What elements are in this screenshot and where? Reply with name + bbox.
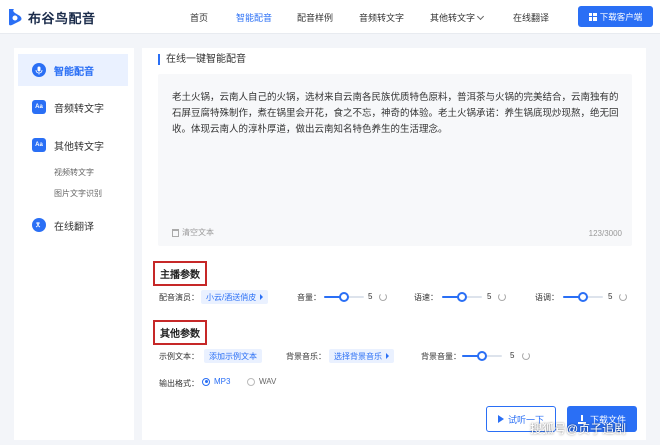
- voice-label: 配音演员：: [159, 293, 199, 302]
- char-counter: 123/3000: [588, 229, 622, 238]
- volume-slider[interactable]: [324, 292, 364, 302]
- bgm-volume-value: 5: [510, 351, 515, 360]
- reset-icon[interactable]: [498, 293, 506, 301]
- nav-audio-to-text[interactable]: 音频转文字: [359, 11, 404, 24]
- host-params-title: 主播参数: [153, 261, 207, 286]
- volume-value: 5: [368, 292, 373, 301]
- output-format-label: 输出格式：: [159, 379, 199, 388]
- chevron-down-icon: [476, 12, 485, 21]
- clear-text-button[interactable]: 清空文本: [172, 227, 214, 238]
- sidebar-item-label: 智能配音: [54, 66, 94, 78]
- slider-knob[interactable]: [457, 292, 467, 302]
- sidebar-sub-image-ocr[interactable]: 图片文字识别: [54, 188, 102, 199]
- text-editor[interactable]: 老土火锅，云南人自己的火锅，选材来自云南各民族优质特色原料，普洱茶与火锅的完美结…: [158, 74, 632, 246]
- volume-label: 音量：: [297, 293, 321, 302]
- watermark: 搜狐号@贞子追剧: [530, 422, 627, 436]
- triangle-right-icon: [260, 294, 264, 300]
- nav-other-label: 其他转文字: [430, 13, 476, 23]
- aa-icon: Aa: [32, 100, 46, 114]
- windows-icon: [588, 12, 597, 21]
- sidebar: 智能配音 Aa 音频转文字 Aa 其他转文字 视频转文字 图片文字识别 在线翻译: [14, 48, 134, 440]
- reset-icon[interactable]: [619, 293, 627, 301]
- nav-home[interactable]: 首页: [190, 11, 208, 24]
- format-mp3-radio[interactable]: MP3: [202, 377, 230, 386]
- sidebar-sub-video-to-text[interactable]: 视频转文字: [54, 167, 94, 178]
- radio-dot: [202, 377, 210, 386]
- brand-logo[interactable]: 布谷鸟配音: [6, 7, 96, 27]
- trash-icon: [172, 228, 179, 237]
- sample-text-label: 示例文本：: [159, 352, 199, 361]
- bgm-volume-slider[interactable]: [462, 351, 502, 361]
- mic-icon: [32, 63, 46, 77]
- nav-samples[interactable]: 配音样例: [297, 11, 333, 24]
- speed-slider[interactable]: [442, 292, 482, 302]
- nav-online-translate[interactable]: 在线翻译: [513, 11, 549, 24]
- reset-icon[interactable]: [522, 352, 530, 360]
- speed-value: 5: [487, 292, 492, 301]
- sidebar-item-audio-to-text[interactable]: Aa 音频转文字: [18, 91, 128, 123]
- top-header: 布谷鸟配音 首页 智能配音 配音样例 音频转文字 其他转文字 在线翻译 下载客户…: [0, 0, 660, 34]
- pitch-value: 5: [608, 292, 613, 301]
- slider-knob[interactable]: [578, 292, 588, 302]
- pitch-label: 语调：: [535, 293, 559, 302]
- pitch-slider[interactable]: [563, 292, 603, 302]
- bgm-value: 选择背景音乐: [334, 351, 382, 361]
- sidebar-item-label: 在线翻译: [54, 221, 94, 233]
- main-panel: 在线一键智能配音 老土火锅，云南人自己的火锅，选材来自云南各民族优质特色原料，普…: [142, 48, 646, 440]
- radio-dot: [247, 377, 255, 386]
- clear-text-label: 清空文本: [182, 228, 214, 237]
- speed-label: 语速：: [414, 293, 438, 302]
- voice-selector[interactable]: 小云/酒送俏皮: [201, 290, 269, 304]
- nav-other-to-text[interactable]: 其他转文字: [430, 11, 485, 24]
- other-params-title: 其他参数: [153, 320, 207, 345]
- download-client-label: 下载客户端: [599, 11, 643, 22]
- format-label: WAV: [259, 377, 277, 386]
- play-icon: [497, 415, 504, 423]
- download-client-button[interactable]: 下载客户端: [578, 6, 653, 27]
- sidebar-item-label: 音频转文字: [54, 103, 104, 115]
- sidebar-item-smart-dubbing[interactable]: 智能配音: [18, 54, 128, 86]
- slider-knob[interactable]: [339, 292, 349, 302]
- section-title: 在线一键智能配音: [158, 54, 246, 65]
- sidebar-item-other-to-text[interactable]: Aa 其他转文字: [18, 129, 128, 161]
- aa-icon: Aa: [32, 138, 46, 152]
- triangle-right-icon: [386, 353, 389, 359]
- reset-icon[interactable]: [379, 293, 387, 301]
- bird-logo-icon: [9, 9, 22, 26]
- bgm-volume-label: 背景音量：: [421, 352, 461, 361]
- text-content[interactable]: 老土火锅，云南人自己的火锅，选材来自云南各民族优质特色原料，普洱茶与火锅的完美结…: [172, 90, 624, 138]
- nav-smart-dubbing[interactable]: 智能配音: [236, 11, 272, 24]
- bgm-selector[interactable]: 选择背景音乐: [329, 349, 394, 363]
- brand-name: 布谷鸟配音: [28, 10, 96, 26]
- translate-icon: [32, 218, 46, 232]
- sidebar-item-online-translate[interactable]: 在线翻译: [18, 209, 128, 241]
- bgm-label: 背景音乐：: [286, 352, 326, 361]
- format-wav-radio[interactable]: WAV: [247, 377, 276, 386]
- voice-value: 小云/酒送俏皮: [206, 292, 257, 302]
- slider-knob[interactable]: [477, 351, 487, 361]
- sidebar-item-label: 其他转文字: [54, 141, 104, 153]
- format-label: MP3: [214, 377, 231, 386]
- add-sample-text-button[interactable]: 添加示例文本: [204, 349, 262, 363]
